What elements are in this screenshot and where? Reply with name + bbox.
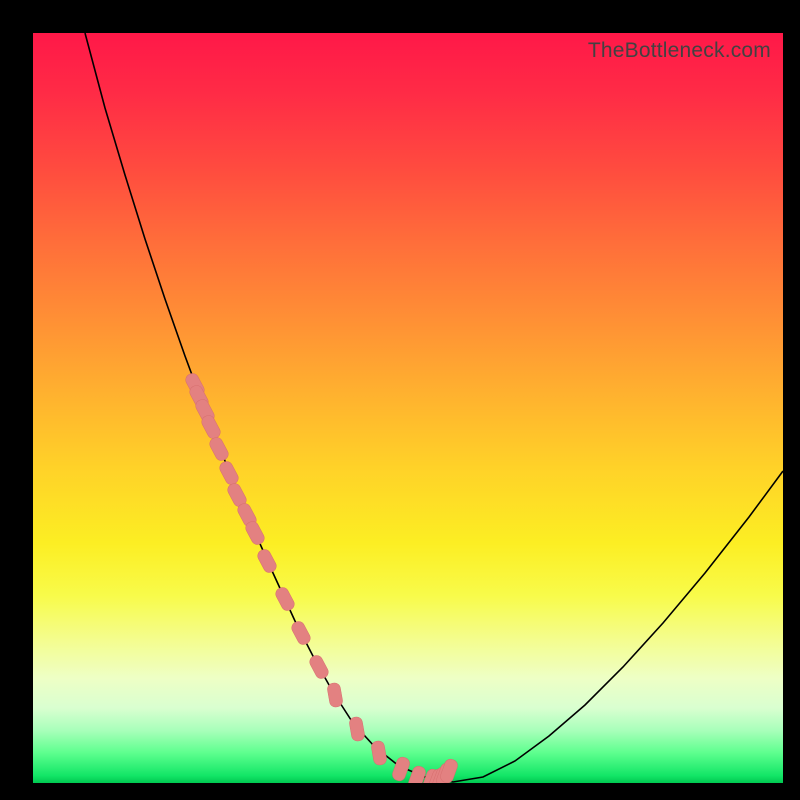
chart-overlay-svg — [33, 33, 783, 783]
overlay-point — [256, 547, 279, 574]
overlay-point — [391, 756, 411, 783]
plot-area: TheBottleneck.com — [33, 33, 783, 783]
overlay-point — [208, 435, 231, 462]
overlay-point — [349, 716, 366, 742]
overlay-point — [274, 585, 297, 612]
chart-frame: TheBottleneck.com — [0, 0, 800, 800]
overlay-point — [327, 682, 344, 708]
overlay-point — [371, 740, 388, 766]
overlay-point — [218, 459, 241, 486]
overlay-point — [308, 653, 331, 680]
bottleneck-curve — [85, 33, 783, 782]
overlay-points-group — [184, 371, 460, 783]
overlay-point — [290, 619, 313, 646]
